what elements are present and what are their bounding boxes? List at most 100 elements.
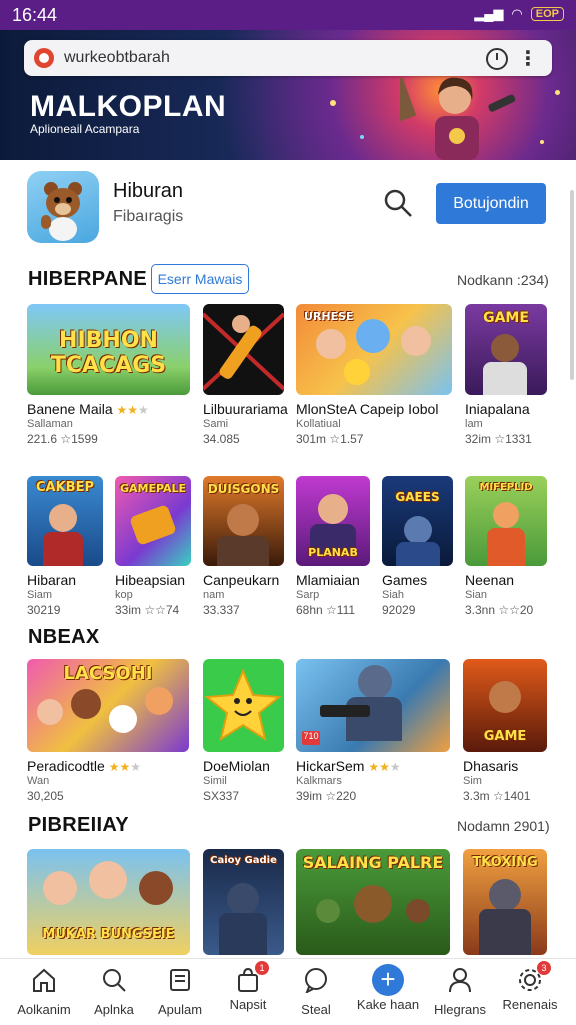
gear-icon-wrap: 3 xyxy=(517,961,551,993)
wifi-icon: ◠ xyxy=(511,6,523,21)
more-menu-icon[interactable]: ⋮ xyxy=(518,46,538,71)
thumbnail-caption: DUISGONS xyxy=(207,482,280,496)
app-name: Iniapalana xyxy=(465,401,530,417)
thumbnail-caption: HIBHON TCACAGS xyxy=(50,328,167,378)
app-card[interactable]: GAME Iniapalana lam 32im ☆1331 xyxy=(465,304,547,446)
app-card[interactable]: GAMEPALE Hibeapsian kop 33im ☆☆74 xyxy=(115,476,191,617)
app-card[interactable]: TKOXING xyxy=(463,849,547,955)
notification-badge: 1 xyxy=(255,961,269,975)
battery-icon: EOP xyxy=(530,7,564,21)
browser-logo-icon xyxy=(34,48,54,68)
nav-item-add[interactable]: + Kake haan xyxy=(352,959,424,1025)
thumbnail-art xyxy=(203,312,284,391)
character-face xyxy=(109,705,137,733)
hero-banner: wurkeobtbarah ⋮ MALKOPLAN Aplioneail Aca… xyxy=(0,30,576,160)
plus-icon: + xyxy=(372,964,404,996)
url-text[interactable]: wurkeobtbarah xyxy=(64,49,170,67)
app-developer: Siah xyxy=(382,589,405,601)
person-icon xyxy=(449,968,471,993)
app-meta: 33im ☆☆74 xyxy=(115,603,180,617)
app-card[interactable]: URHESE MlonSteA Capeip Iobol Kollatiual … xyxy=(296,304,452,446)
app-card[interactable]: HIBHON TCACAGS Banene Maila ★★★ Sallaman… xyxy=(27,304,190,446)
app-card[interactable]: SALAING PALRE xyxy=(296,849,450,955)
status-bar: 16:44 ▂▄▆ ◠ EOP xyxy=(0,0,576,30)
thumbnail-caption: CAKBEP xyxy=(36,480,94,495)
character-body xyxy=(483,362,527,395)
app-meta: 68hn ☆111 xyxy=(296,603,356,617)
address-bar[interactable]: wurkeobtbarah ⋮ xyxy=(24,40,552,76)
character-face xyxy=(356,319,390,353)
nav-label: Apulam xyxy=(157,1002,203,1017)
app-thumbnail: CAKBEP xyxy=(27,476,103,566)
app-card[interactable]: DoeMiolan Simil SX337 xyxy=(203,659,284,803)
weapon-art xyxy=(320,705,370,717)
nav-item-chat[interactable]: Steal xyxy=(280,959,352,1025)
character-face xyxy=(358,665,392,699)
nav-item-settings[interactable]: 3 Renenais xyxy=(494,959,566,1025)
app-developer: Sian xyxy=(465,589,488,601)
nav-item-profile[interactable]: Hlegrans xyxy=(424,959,496,1025)
history-icon[interactable] xyxy=(486,48,508,70)
character-face xyxy=(344,359,370,385)
thumbnail-caption: GAME xyxy=(483,310,529,326)
character-body xyxy=(396,542,440,566)
app-thumbnail: GAME xyxy=(465,304,547,395)
app-name: Mlamiaian xyxy=(296,572,360,588)
app-thumbnail: Caioy Gadie xyxy=(203,849,284,955)
status-time: 16:44 xyxy=(12,5,58,25)
app-name: DoeMiolan xyxy=(203,758,270,774)
thumbnail-caption: GAEES xyxy=(395,490,440,504)
character-face xyxy=(318,494,348,524)
app-card[interactable]: DUISGONS Canpeukarn nam 33.337 xyxy=(203,476,284,617)
nav-item-search[interactable]: Aplnka xyxy=(78,959,150,1025)
app-thumbnail: LACSOHI xyxy=(27,659,189,752)
app-thumbnail: MUKAR BUNGSEIE xyxy=(27,849,190,955)
app-meta: 3.3m ☆1401 xyxy=(463,789,531,803)
character-body xyxy=(346,697,402,741)
section-more-link[interactable]: Nodkann :234) xyxy=(457,272,549,288)
scrollbar[interactable] xyxy=(570,190,574,380)
age-rating-badge: 710 xyxy=(302,731,320,745)
app-card[interactable]: PLANAB Mlamiaian Sarp 68hn ☆111 xyxy=(296,476,370,617)
filter-chip[interactable]: Eserr Mawais xyxy=(151,264,249,294)
star-character-icon xyxy=(204,668,282,742)
app-card[interactable]: 710 HickarSem ★★★ Kalkmars 39im ☆220 xyxy=(296,659,450,803)
app-meta: 33.337 xyxy=(203,603,240,617)
nav-item-purchases[interactable]: 1 Napsit xyxy=(212,959,284,1025)
app-card[interactable]: GAME Dhasaris Sim 3.3m ☆1401 xyxy=(463,659,547,803)
app-card[interactable]: Lilbuurariama Sami 34.085 xyxy=(203,304,288,446)
app-name: Peradicodtle ★★★ xyxy=(27,758,141,774)
app-name: Canpeukarn xyxy=(203,572,280,588)
app-card[interactable]: MIFEPLID Neenan Sian 3.3nn ☆☆20 xyxy=(465,476,547,617)
app-subtitle: Fibaıragis xyxy=(113,208,184,225)
search-icon[interactable] xyxy=(383,188,413,218)
app-card[interactable]: Caioy Gadie xyxy=(203,849,284,955)
app-developer: Simil xyxy=(203,775,227,787)
signal-icon: ▂▄▆ xyxy=(474,6,504,21)
character-face xyxy=(227,504,259,536)
character-face xyxy=(406,899,430,923)
nav-item-updates[interactable]: Apulam xyxy=(144,959,216,1025)
thumbnail-caption: URHESE xyxy=(304,310,354,323)
character-face xyxy=(491,334,519,362)
hero-brand: MALKOPLAN xyxy=(30,90,227,123)
thumbnail-caption: SALAING PALRE xyxy=(302,853,444,872)
character-face xyxy=(139,871,173,905)
nav-item-home[interactable]: Aolkanim xyxy=(8,959,80,1025)
app-icon[interactable] xyxy=(27,171,99,243)
primary-action-button[interactable]: Botujondin xyxy=(436,183,546,224)
bottom-navigation: Aolkanim Aplnka Apulam 1 Napsit Steal + … xyxy=(0,958,576,1025)
notification-badge: 3 xyxy=(537,961,551,975)
app-card[interactable]: LACSOHI Peradicodtle ★★★ Wan 30,205 xyxy=(27,659,189,803)
app-card[interactable]: CAKBEP Hibaran Siam 30219 xyxy=(27,476,103,617)
app-name: Hibaran xyxy=(27,572,77,588)
section-more-link[interactable]: Nodamn 2901) xyxy=(457,818,550,834)
app-meta: 3.3nn ☆☆20 xyxy=(465,603,534,617)
app-card[interactable]: GAEES Games Siah 92029 xyxy=(382,476,453,617)
app-name: Hibeapsian xyxy=(115,572,186,588)
app-card[interactable]: MUKAR BUNGSEIE xyxy=(27,849,190,955)
search-icon xyxy=(103,969,126,992)
rating-stars: ★★★ xyxy=(368,760,401,774)
app-thumbnail: GAEES xyxy=(382,476,453,566)
character-face xyxy=(354,885,392,923)
